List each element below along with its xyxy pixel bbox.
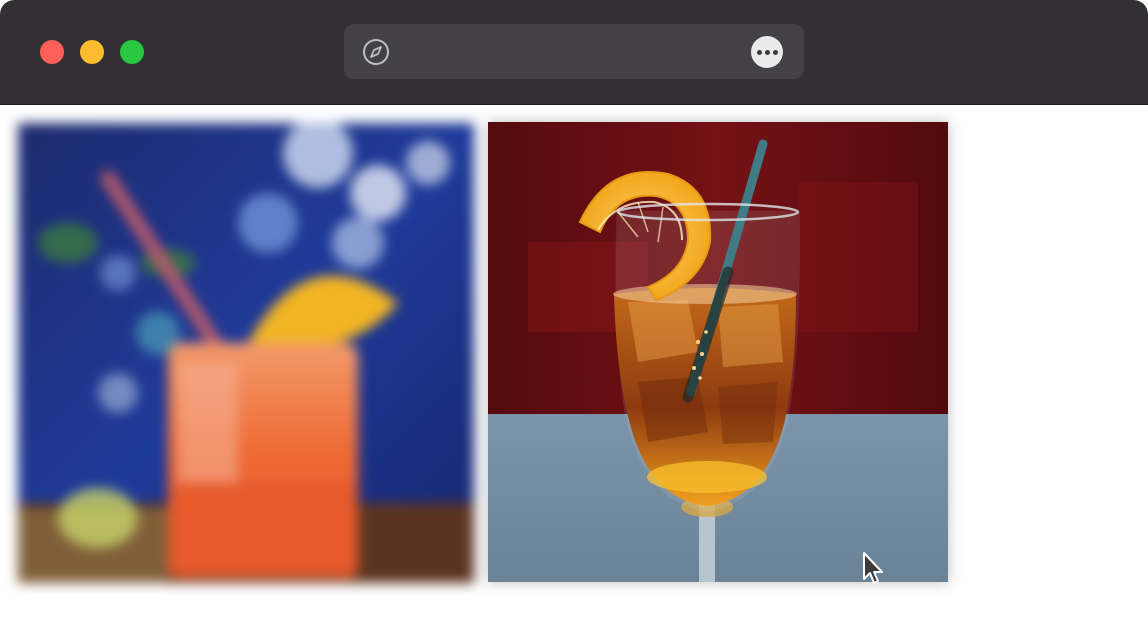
- title-bar: [0, 0, 1148, 105]
- maximize-window-button[interactable]: [120, 40, 144, 64]
- minimize-window-button[interactable]: [80, 40, 104, 64]
- more-options-button[interactable]: [751, 36, 783, 68]
- cocktail-glass-photo[interactable]: [488, 122, 948, 582]
- page-content: [0, 105, 1148, 640]
- close-window-button[interactable]: [40, 40, 64, 64]
- ellipsis-icon: [756, 49, 762, 55]
- compass-icon: [363, 39, 389, 65]
- address-bar[interactable]: [344, 24, 804, 79]
- arrow-cursor-icon: [863, 552, 883, 584]
- blurred-mocktail-photo[interactable]: [18, 123, 474, 583]
- browser-window: [0, 0, 1148, 640]
